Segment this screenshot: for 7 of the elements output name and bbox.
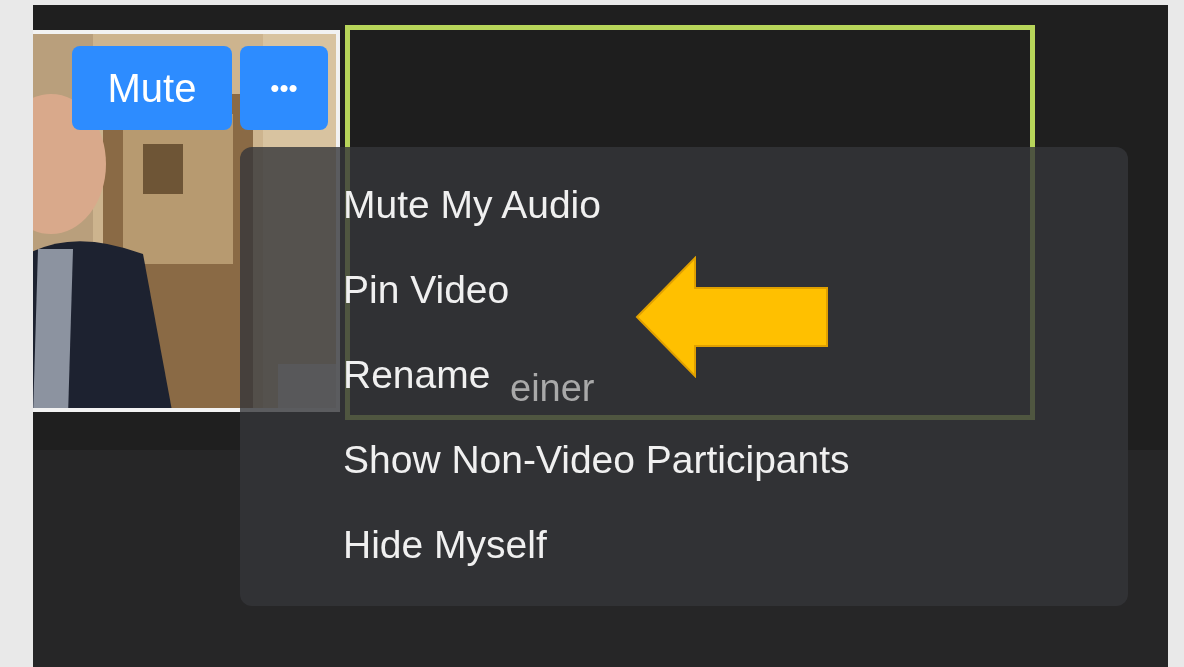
menu-item[interactable]: Mute My Audio [343,184,601,226]
participant-name: einer [510,366,595,411]
menu-item[interactable]: Hide Myself [343,524,547,566]
menu-item[interactable]: Pin Video [343,269,510,311]
menu-item[interactable]: Show Non-Video Participants [343,439,850,481]
pointer-arrow-icon [635,256,828,378]
menu-item[interactable]: Rename [343,354,491,396]
